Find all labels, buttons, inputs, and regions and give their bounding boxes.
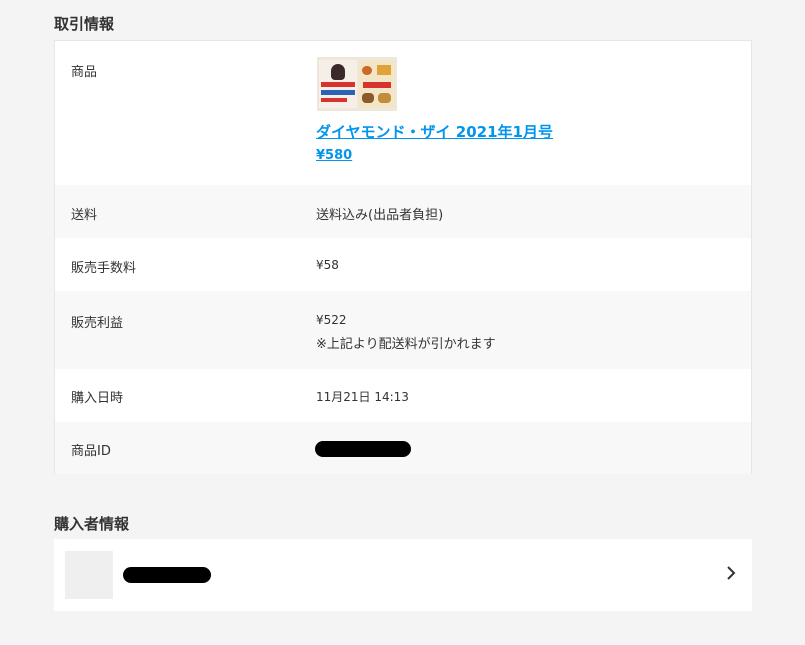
trade-info-title: 取引情報 [54,15,115,33]
shipping-row: 送料 送料込み(出品者負担) [55,185,751,238]
profit-label: 販売利益 [71,316,124,331]
buyer-info-card[interactable] [54,539,752,611]
product-price-link[interactable]: ¥580 [316,148,352,163]
fee-label: 販売手数料 [71,261,137,276]
buyer-name-redacted [123,567,211,583]
product-label: 商品 [71,65,98,80]
purchase-date-value: 11月21日 14:13 [316,390,409,404]
item-id-row: 商品ID [55,422,751,474]
shipping-value: 送料込み(出品者負担) [316,208,444,223]
profit-value: ¥522 [316,313,347,327]
fee-value: ¥58 [316,258,339,272]
purchase-date-row: 購入日時 11月21日 14:13 [55,369,751,422]
buyer-info-title: 購入者情報 [54,515,130,533]
product-row: 商品 ダイヤモンド・ザイ 2021年1月号 ¥580 [55,41,751,185]
item-id-label: 商品ID [71,444,111,459]
item-id-redacted [315,441,411,457]
product-thumbnail-image[interactable] [317,57,397,111]
shipping-label: 送料 [71,208,98,223]
chevron-right-icon[interactable] [724,563,738,583]
product-name-link[interactable]: ダイヤモンド・ザイ 2021年1月号 [316,121,553,142]
trade-info-card: 商品 ダイヤモンド・ザイ 2021年1月号 ¥580 送料 送料込み(出品者負担… [54,40,752,474]
avatar-placeholder [65,551,113,599]
profit-row: 販売利益 ¥522 ※上記より配送料が引かれます [55,291,751,369]
fee-row: 販売手数料 ¥58 [55,238,751,291]
profit-note: ※上記より配送料が引かれます [316,337,496,352]
purchase-date-label: 購入日時 [71,391,124,406]
